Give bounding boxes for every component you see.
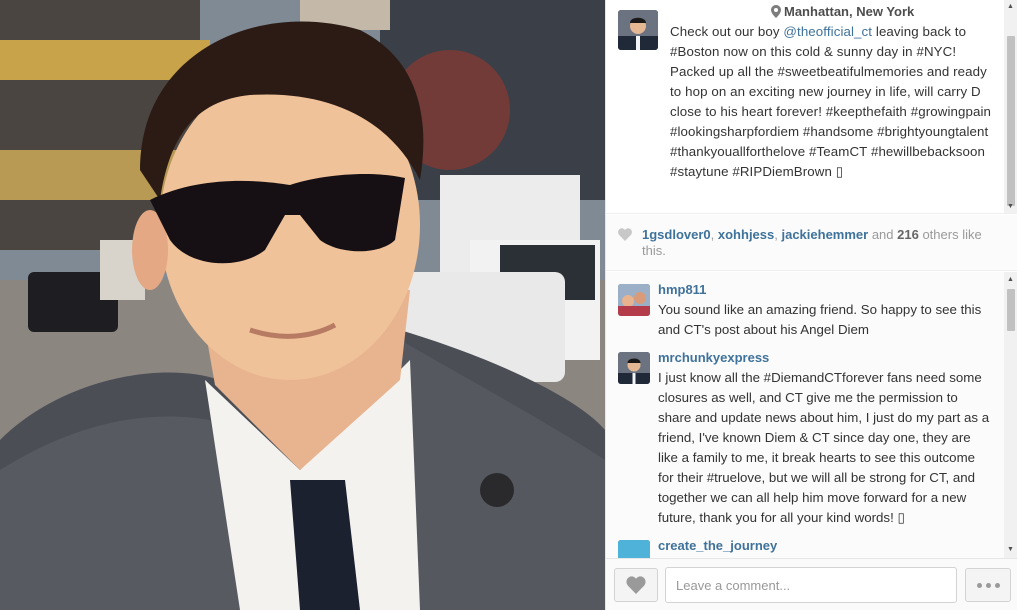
like-user-link[interactable]: jackiehemmer xyxy=(781,227,868,242)
comment-username[interactable]: mrchunkyexpress xyxy=(658,350,769,365)
post-photo[interactable] xyxy=(0,0,605,610)
comment-username[interactable]: hmp811 xyxy=(658,282,706,297)
like-user-link[interactable]: xohhjess xyxy=(718,227,774,242)
avatar-image xyxy=(618,540,650,558)
scroll-down-arrow-icon[interactable]: ▼ xyxy=(1007,203,1014,211)
more-options-icon xyxy=(976,582,982,588)
location-label[interactable]: Manhattan, New York xyxy=(771,4,914,19)
commenter-avatar[interactable] xyxy=(618,540,650,558)
caption-scrollbar[interactable]: ▲ ▼ xyxy=(1004,0,1017,213)
likes-separator: , xyxy=(710,227,718,242)
scroll-up-arrow-icon[interactable]: ▲ xyxy=(1007,3,1014,11)
scroll-down-arrow-icon[interactable]: ▼ xyxy=(1007,546,1014,554)
comment-text: You sound like an amazing friend. So hap… xyxy=(658,302,982,337)
comments-scrollbar[interactable]: ▲ ▼ xyxy=(1004,272,1017,558)
scroll-up-arrow-icon[interactable]: ▲ xyxy=(1007,276,1014,284)
commenter-avatar[interactable] xyxy=(618,352,650,384)
like-user-link[interactable]: 1gsdlover0 xyxy=(642,227,711,242)
comment-text: I just know all the #DiemandCTforever fa… xyxy=(658,370,990,525)
commenter-avatar[interactable] xyxy=(618,284,650,316)
comments-scroll-thumb[interactable] xyxy=(1007,289,1015,331)
likes-section: 1gsdlover0, xohhjess, jackiehemmer and 2… xyxy=(606,215,1017,271)
post-detail-panel: Manhattan, New York Check out our boy @t… xyxy=(605,0,1017,610)
avatar-image xyxy=(618,284,650,316)
caption-after-mention: leaving back to #Boston now on this cold… xyxy=(670,24,992,179)
location-text: Manhattan, New York xyxy=(784,4,915,19)
location-pin-icon xyxy=(771,5,781,18)
more-options-button[interactable] xyxy=(965,568,1011,602)
more-options-icon xyxy=(994,582,1000,588)
likes-and-text: and xyxy=(868,227,898,242)
likes-count[interactable]: 216 xyxy=(897,227,919,242)
comment-footer xyxy=(606,558,1017,610)
like-button[interactable] xyxy=(614,568,658,602)
caption-mention-link[interactable]: @theofficial_ct xyxy=(783,24,872,39)
likes-text: 1gsdlover0, xohhjess, jackiehemmer and 2… xyxy=(642,227,992,259)
caption-before-mention: Check out our boy xyxy=(670,24,784,39)
comments-list: hmp811 You sound like an amazing friend.… xyxy=(606,272,1017,558)
photo-illustration xyxy=(0,0,605,610)
avatar-image xyxy=(618,10,658,50)
caption-scroll-thumb[interactable] xyxy=(1007,36,1015,206)
comment-username[interactable]: create_the_journey xyxy=(658,538,777,553)
caption-text: Check out our boy @theofficial_ct leavin… xyxy=(670,22,1000,182)
avatar-image xyxy=(618,352,650,384)
heart-icon xyxy=(618,228,632,241)
poster-avatar[interactable] xyxy=(618,10,658,50)
heart-icon xyxy=(626,576,646,594)
caption-section: Manhattan, New York Check out our boy @t… xyxy=(606,0,1017,214)
more-options-icon xyxy=(985,582,991,588)
comment-input[interactable] xyxy=(665,567,957,603)
